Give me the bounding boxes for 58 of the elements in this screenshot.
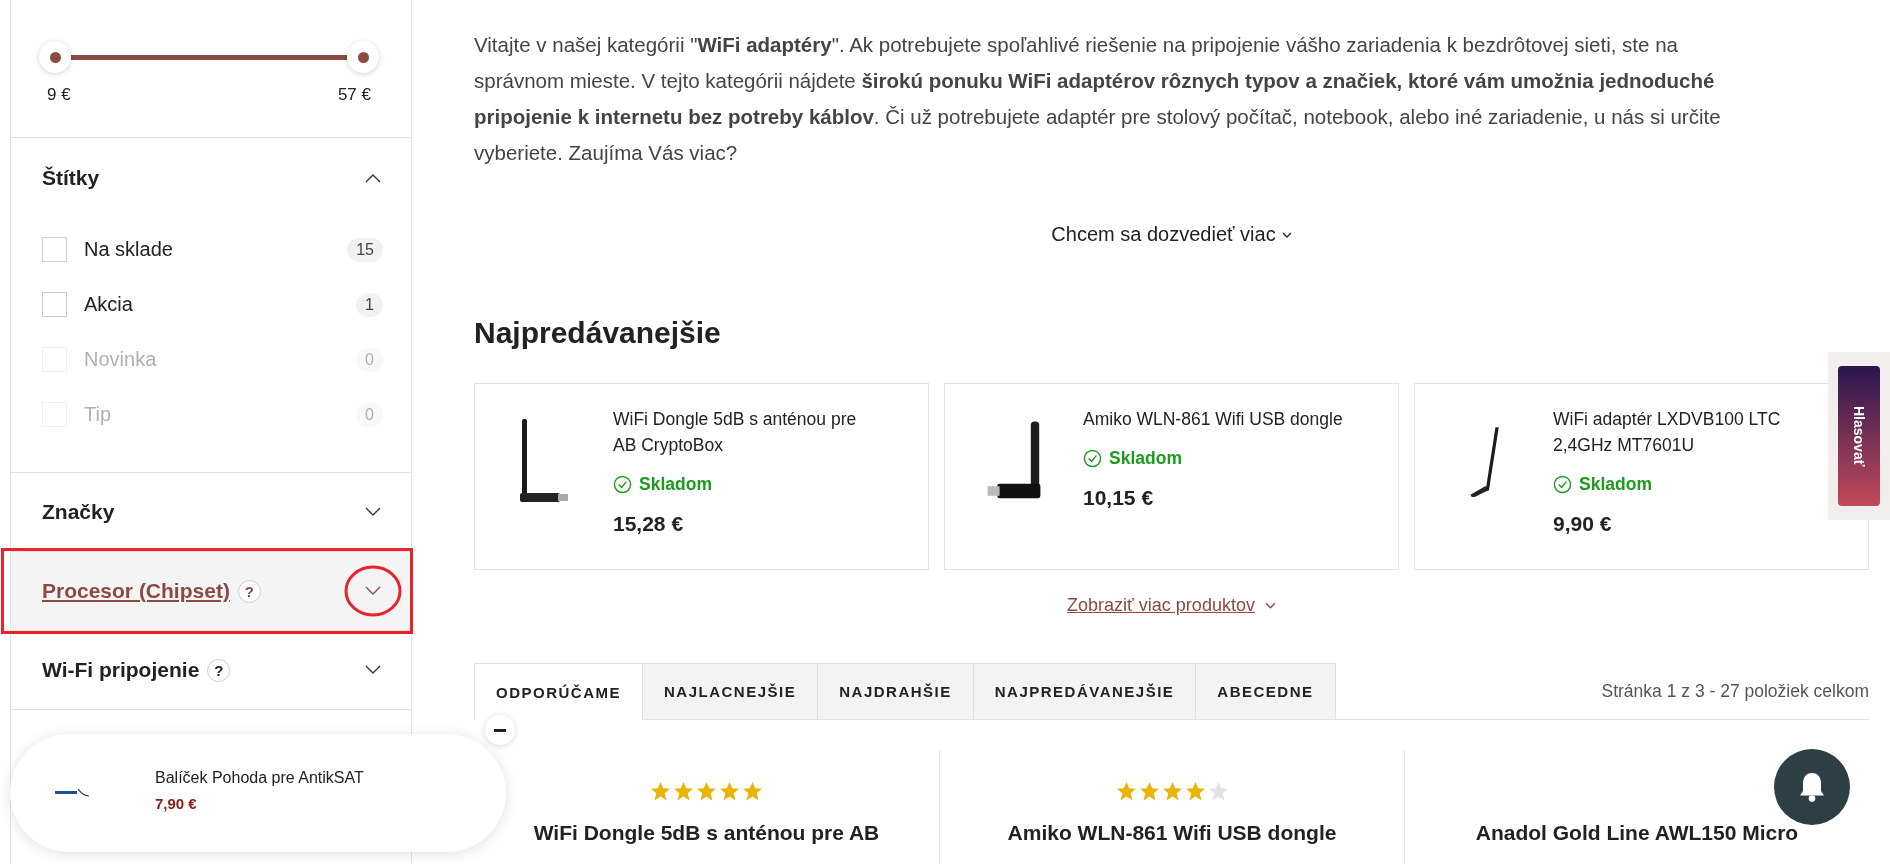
product-name[interactable]: Balíček Pohoda pre AntikSAT [155,768,364,787]
help-badge[interactable]: ? [237,579,261,603]
count-badge: 1 [356,292,383,317]
check-circle-icon [613,475,632,494]
option-label[interactable]: Akcia [84,293,357,316]
sort-tab[interactable]: NAJPREDÁVANEJŠIE [972,663,1197,719]
count-badge: 15 [347,237,383,262]
minimize-button[interactable] [485,715,515,745]
product-price: 10,15 € [1083,486,1155,510]
product-card[interactable]: WiFi Dongle 5dB s anténou pre AB CryptoBox Skladom 15,28 € [474,383,929,570]
product-card[interactable]: Amiko WLN-861 Wifi USB dongle Skladom 10,15 € [944,383,1399,570]
min-price: 9 € [47,85,71,105]
product-name[interactable]: Amiko WLN-861 Wifi USB dongle [1007,821,1337,845]
filter-title[interactable]: Značky [42,500,115,524]
availability-label: Skladom [639,474,712,495]
chevron-icon[interactable] [365,173,381,183]
slider-handle[interactable] [39,41,71,73]
product-price: 9,90 € [1553,512,1613,536]
read-more-link[interactable]: Chcem sa dozvedieť viac [1051,223,1276,246]
minus-icon [494,728,506,732]
max-price: 57 € [337,85,371,105]
chevron-icon[interactable] [1281,231,1292,238]
slider-handle[interactable] [347,41,379,73]
product-name[interactable]: Amiko WLN-861 Wifi USB dongle [1083,406,1345,432]
count-badge: 0 [356,402,383,427]
section-heading: Najpredávanejšie [474,315,722,351]
help-badge[interactable]: ? [207,658,231,682]
filter-title[interactable]: Štítky [42,166,100,190]
product-name[interactable]: WiFi adaptér LXDVB100 LTC 2,4GHz MT7601U [1553,406,1815,458]
product-name[interactable]: WiFi Dongle 5dB s anténou pre AB [533,821,880,845]
product-popup[interactable]: Balíček Pohoda pre AntikSAT 7,90 € [10,734,506,852]
sort-tab[interactable]: ODPORÚČAME [474,663,643,720]
count-badge: 0 [356,347,383,372]
availability-label: Skladom [1109,448,1182,469]
sort-tab[interactable]: NAJDRAHŠIE [817,663,974,719]
chevron-icon[interactable] [365,586,381,596]
intro-paragraph: Vitajte v našej kategórii "WiFi adaptéry". Ak potrebujete spoľahlivé riešenie na pripojenie vášho zariadenia k bezdrôtovej sieti, ste na správnom mieste. V tejto kategórii nájdete širokú ponuku WiFi adaptérov rôznych typov a značiek, ktoré vám umožnia jednoduché pripojenie k internetu bez potreby káblov. Či už potrebujete adaptér pre stolový počítač, notebook, alebo iné zariadenie, u nás si určite vyberiete. Zaujíma Vás viac? [474,32,1722,166]
chevron-icon[interactable] [1264,602,1276,609]
check-circle-icon [1553,475,1572,494]
checkbox[interactable] [42,237,67,262]
chevron-icon[interactable] [365,507,381,517]
option-label[interactable]: Na sklade [84,238,348,261]
availability-label: Skladom [1579,474,1652,495]
pagination-info: Stránka 1 z 3 - 27 položiek celkom [1601,680,1869,702]
product-name[interactable]: Anadol Gold Line AWL150 Micro [1475,821,1799,845]
chevron-icon[interactable] [365,665,381,675]
checkbox[interactable] [42,292,67,317]
sort-tab[interactable]: ABECEDNE [1195,663,1336,719]
product-price: 7,90 € [155,794,198,812]
show-more-link[interactable]: Zobraziť viac produktov [1067,595,1255,616]
sort-tab[interactable]: NAJLACNEJŠIE [642,663,819,719]
bell-icon [1800,772,1824,802]
product-price: 15,28 € [613,512,685,536]
filter-title[interactable]: Wi-Fi pripojenie [42,658,200,682]
check-circle-icon [1083,449,1102,468]
vote-tab[interactable]: Hlasovať [1828,352,1890,520]
product-name[interactable]: WiFi Dongle 5dB s anténou pre AB CryptoBox [613,406,875,458]
filter-title[interactable]: Procesor (Chipset) [42,579,230,603]
